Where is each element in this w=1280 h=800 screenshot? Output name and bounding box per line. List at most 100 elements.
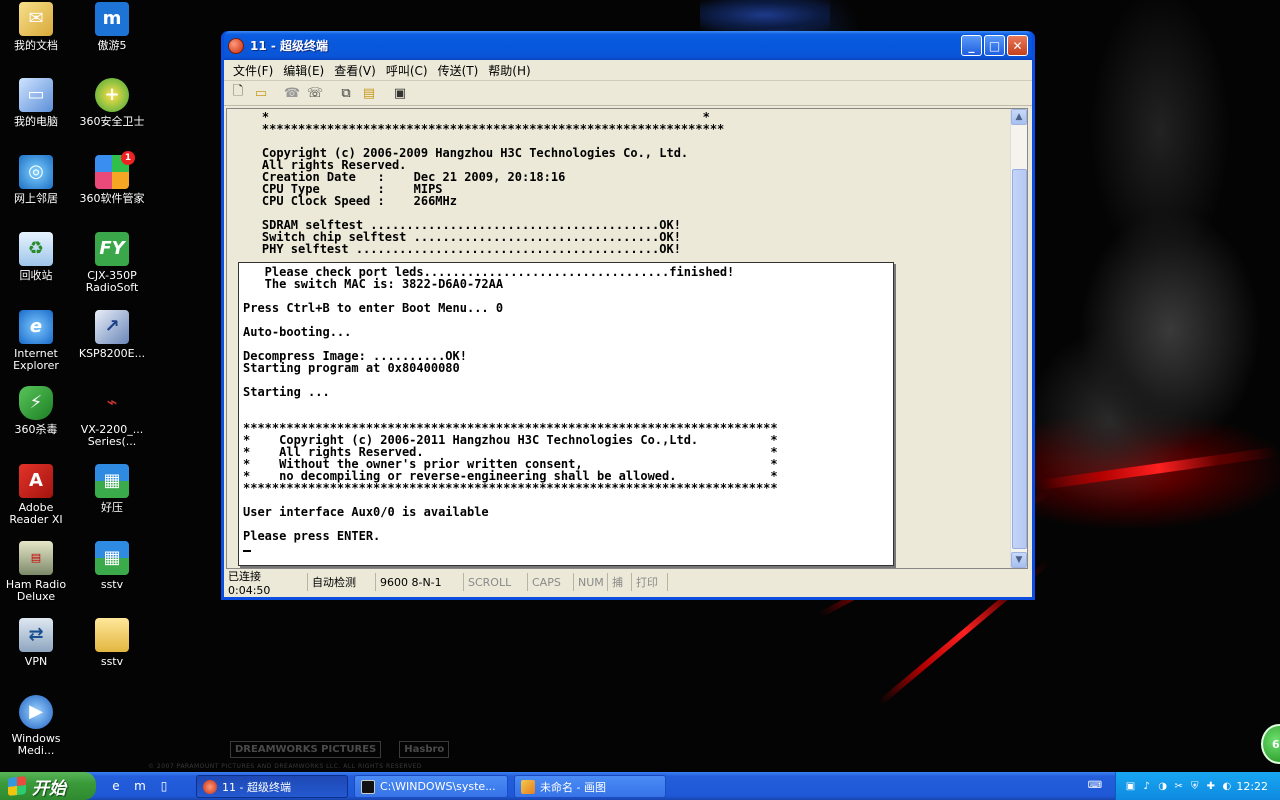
desktop-icon-vx2200[interactable]: ⌁ VX-2200_... Series(... [74, 386, 150, 448]
folder-icon [95, 618, 129, 652]
archive-icon: ▦ [95, 541, 129, 575]
task-hyperterminal[interactable]: 11 - 超级终端 [196, 775, 348, 798]
desktop-icon-internet-explorer[interactable]: e Internet Explorer [0, 310, 74, 372]
status-capture: 捕 [608, 573, 632, 591]
wallpaper-logos: DREAMWORKS PICTURES Hasbro [230, 736, 450, 762]
task-label: 11 - 超级终端 [222, 780, 291, 794]
status-bar-cells: 已连接 0:04:50 自动检测 9600 8-N-1 SCROLL CAPS … [224, 570, 1032, 597]
desktop-icon-my-documents[interactable]: ✉ 我的文档 [0, 2, 74, 52]
task-label: C:\WINDOWS\syste... [380, 780, 496, 793]
desktop-icon-sstv-archive[interactable]: ▦ sstv [74, 541, 150, 591]
tool-tray-icon[interactable]: ✂ [1172, 779, 1185, 793]
menu-bar: 文件(F) 编辑(E) 查看(V) 呼叫(C) 传送(T) 帮助(H) [224, 60, 1032, 81]
task-paint[interactable]: 未命名 - 画图 [514, 775, 666, 798]
folder-icon: ✉ [19, 2, 53, 36]
start-button[interactable]: 开始 [0, 772, 96, 800]
maxthon-icon: m [95, 2, 129, 36]
menu-transfer[interactable]: 传送(T) [433, 62, 484, 79]
scroll-up-arrow-icon[interactable]: ▲ [1011, 109, 1027, 125]
desktop-icon-360-software[interactable]: 1 360软件管家 [74, 151, 150, 205]
wallpaper-copyright: © 2007 PARAMOUNT PICTURES AND DREAMWORKS… [148, 763, 422, 770]
apps-icon: 1 [95, 151, 135, 189]
desktop-icon-windows-media[interactable]: ▶ Windows Medi... [0, 695, 74, 757]
desktop-icon-360-antivirus[interactable]: ⚡ 360杀毒 [0, 386, 74, 436]
shield-tray-icon[interactable]: ⛨ [1188, 779, 1201, 793]
hyperterminal-icon [228, 37, 244, 54]
desktop-icon-adobe-reader[interactable]: A Adobe Reader XI [0, 464, 74, 526]
maxthon-icon[interactable]: m [130, 776, 150, 796]
status-connection: 已连接 0:04:50 [224, 570, 308, 597]
status-port-settings: 9600 8-N-1 [376, 573, 464, 591]
disconnect-icon[interactable]: ☎ [282, 83, 302, 103]
recycle-bin-icon: ♻ [19, 232, 53, 266]
vertical-scrollbar[interactable]: ▲ ▼ [1010, 109, 1027, 568]
programmer-icon: ⌁ [106, 392, 118, 413]
start-label: 开始 [32, 778, 66, 799]
media-player-icon: ▶ [19, 695, 53, 729]
clock[interactable]: 12:22 [1236, 780, 1268, 793]
security-tray-icon[interactable]: ◑ [1156, 779, 1169, 793]
desktop-icon-network[interactable]: ◎ 网上邻居 [0, 155, 74, 205]
keyboard-icon[interactable]: ⌨ [1088, 778, 1102, 792]
plus-icon: + [95, 78, 129, 112]
pdf-icon: A [19, 464, 53, 498]
new-icon[interactable]: 🗋 [228, 83, 248, 103]
call-icon[interactable]: ☏ [305, 83, 325, 103]
desktop-icon-haozip[interactable]: ▦ 好压 [74, 464, 150, 514]
paint-icon [521, 779, 535, 794]
close-button[interactable]: ✕ [1007, 35, 1028, 56]
scroll-down-arrow-icon[interactable]: ▼ [1011, 552, 1027, 568]
desktop-icon-ksp8200e[interactable]: ↗ KSP8200E... [74, 310, 150, 360]
ie-icon[interactable]: e [106, 776, 126, 796]
desktop-icon-cjx-radiosoft[interactable]: FY CJX-350P RadioSoft [74, 232, 150, 294]
shortcut-icon: ↗ [95, 310, 129, 344]
terminal-cursor [243, 550, 251, 552]
desktop-icon-360-safe[interactable]: + 360安全卫士 [74, 78, 150, 128]
desktop-icon-maxthon[interactable]: m 傲游5 [74, 2, 150, 52]
open-icon[interactable]: ▭ [251, 83, 271, 103]
desktop-icon-vpn[interactable]: ⇄ VPN [0, 618, 74, 668]
menu-call[interactable]: 呼叫(C) [381, 62, 433, 79]
show-desktop-icon[interactable]: ▯ [154, 776, 174, 796]
menu-file[interactable]: 文件(F) [228, 62, 278, 79]
shield-icon: ⚡ [19, 386, 53, 420]
status-num: NUM [574, 573, 608, 591]
properties-icon[interactable]: ▣ [390, 83, 410, 103]
floating-bubble[interactable]: 6 [1261, 724, 1280, 764]
hasbro-logo: Hasbro [399, 740, 450, 758]
network-tray-icon[interactable]: ▣ [1124, 779, 1137, 793]
desktop-icon-recycle-bin[interactable]: ♻ 回收站 [0, 232, 74, 282]
menu-view[interactable]: 查看(V) [329, 62, 381, 79]
ie-icon: e [19, 310, 53, 344]
wallpaper-blue-shape [700, 0, 830, 30]
desktop-icon-sstv-folder[interactable]: sstv [74, 618, 150, 668]
toolbar: 🗋 ▭ ☎ ☏ ⧉ ▤ ▣ [224, 81, 1032, 106]
task-label: 未命名 - 画图 [540, 780, 606, 794]
hyperterminal-icon [203, 779, 217, 794]
quick-launch: e m ▯ [106, 776, 174, 796]
volume-tray-icon[interactable]: ♪ [1140, 779, 1153, 793]
maximize-button[interactable]: □ [984, 35, 1005, 56]
desktop-icon-ham-radio-deluxe[interactable]: ▤ Ham Radio Deluxe [0, 541, 74, 603]
terminal-area[interactable]: * * ************************************… [226, 108, 1028, 569]
window-title: 11 - 超级终端 [250, 39, 329, 53]
receive-icon[interactable]: ▤ [359, 83, 379, 103]
status-detect: 自动检测 [308, 573, 376, 591]
taskbar: 开始 e m ▯ 11 - 超级终端 C:\WINDOWS\syste... 未… [0, 772, 1280, 800]
360-tray-icon[interactable]: ✚ [1204, 779, 1217, 793]
desktop-icon-my-computer[interactable]: ▭ 我的电脑 [0, 78, 74, 128]
terminal-screen[interactable]: Please check port leds..................… [238, 262, 894, 566]
send-icon[interactable]: ⧉ [336, 83, 356, 103]
hyperterminal-window[interactable]: 11 - 超级终端 _ □ ✕ 文件(F) 编辑(E) 查看(V) 呼叫(C) … [221, 31, 1035, 600]
notification-badge: 1 [121, 151, 135, 165]
antivirus-tray-icon[interactable]: ◐ [1220, 779, 1233, 793]
dreamworks-logo: DREAMWORKS PICTURES [230, 740, 382, 758]
computer-icon: ▭ [19, 78, 53, 112]
menu-edit[interactable]: 编辑(E) [278, 62, 329, 79]
task-cmd[interactable]: C:\WINDOWS\syste... [354, 775, 508, 798]
scroll-thumb[interactable] [1012, 169, 1027, 549]
wallpaper-red-streak [1039, 446, 1279, 490]
menu-help[interactable]: 帮助(H) [483, 62, 535, 79]
window-titlebar[interactable]: 11 - 超级终端 _ □ ✕ [224, 31, 1032, 60]
minimize-button[interactable]: _ [961, 35, 982, 56]
